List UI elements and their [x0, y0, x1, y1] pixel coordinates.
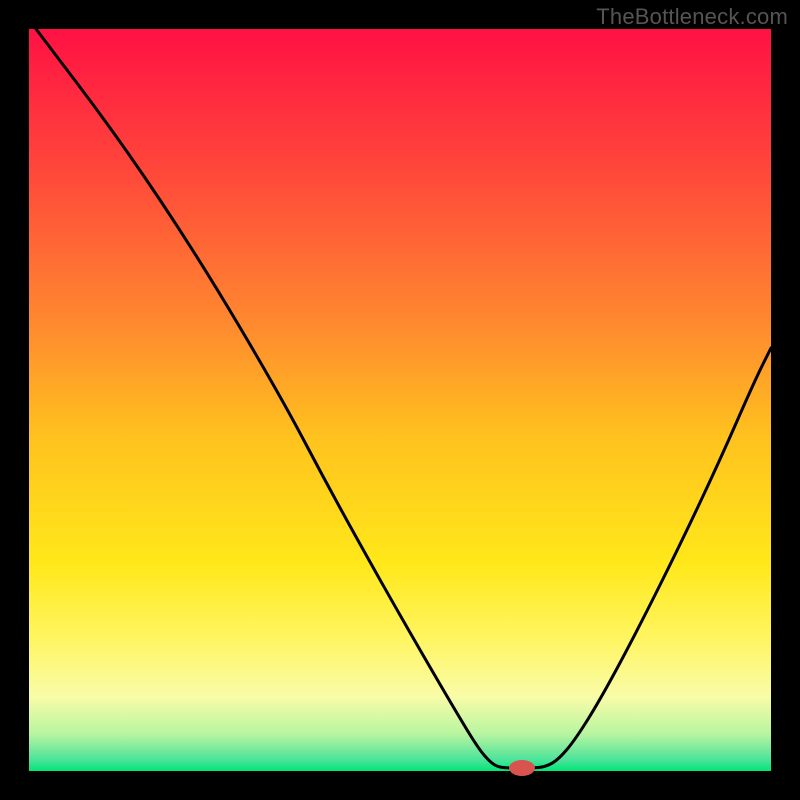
bottleneck-chart: [0, 0, 800, 800]
plot-background: [29, 29, 771, 771]
optimum-marker: [509, 760, 535, 776]
chart-svg: [0, 0, 800, 800]
watermark-text: TheBottleneck.com: [596, 4, 788, 30]
